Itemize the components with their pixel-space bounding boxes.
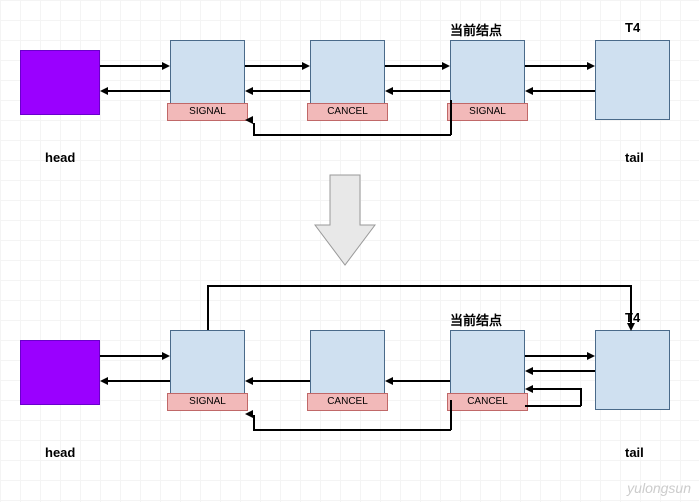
top-t4-label: T4 xyxy=(625,20,640,35)
arrow-head xyxy=(385,377,393,385)
arrow xyxy=(533,90,595,92)
arrow xyxy=(630,285,632,325)
arrow-head xyxy=(162,352,170,360)
top-head-label: head xyxy=(45,150,75,165)
arrow xyxy=(108,90,170,92)
arrow xyxy=(207,285,209,330)
arrow-head xyxy=(587,352,595,360)
bottom-head-node xyxy=(20,340,100,405)
arrow-head xyxy=(162,62,170,70)
bottom-tail-label: tail xyxy=(625,445,644,460)
arrow xyxy=(253,134,451,136)
arrow-head xyxy=(587,62,595,70)
top-current-label: 当前结点 xyxy=(450,20,502,39)
arrow xyxy=(253,90,310,92)
transition-arrow xyxy=(310,170,380,270)
arrow-head xyxy=(525,367,533,375)
arrow xyxy=(100,355,162,357)
arrow-head xyxy=(245,116,253,124)
arrow xyxy=(207,285,630,287)
arrow xyxy=(253,429,451,431)
top-node-2: CANCEL xyxy=(310,40,385,120)
arrow-head xyxy=(525,87,533,95)
top-node-1-status: SIGNAL xyxy=(167,103,248,121)
arrow xyxy=(253,380,310,382)
bottom-node-2-status: CANCEL xyxy=(307,393,388,411)
arrow xyxy=(253,123,255,135)
bottom-node-3-status: CANCEL xyxy=(447,393,528,411)
bottom-head-label: head xyxy=(45,445,75,460)
arrow xyxy=(245,65,302,67)
arrow xyxy=(108,380,170,382)
top-node-3-status: SIGNAL xyxy=(447,103,528,121)
arrow-head xyxy=(245,377,253,385)
arrow xyxy=(393,90,450,92)
top-tail-label: tail xyxy=(625,150,644,165)
top-node-3: SIGNAL xyxy=(450,40,525,120)
arrow xyxy=(525,355,587,357)
arrow-head xyxy=(245,87,253,95)
bottom-current-label: 当前结点 xyxy=(450,310,502,329)
bottom-node-4 xyxy=(595,330,670,410)
bottom-node-3: CANCEL xyxy=(450,330,525,410)
arrow xyxy=(450,400,452,430)
arrow xyxy=(580,388,582,406)
watermark: yulongsun xyxy=(627,480,691,496)
top-node-1: SIGNAL xyxy=(170,40,245,120)
arrow-head xyxy=(100,377,108,385)
arrow xyxy=(533,388,580,390)
arrow-head xyxy=(525,385,533,393)
arrow xyxy=(525,65,587,67)
arrow xyxy=(100,65,162,67)
arrow-head xyxy=(442,62,450,70)
bottom-node-1: SIGNAL xyxy=(170,330,245,410)
arrow-head xyxy=(100,87,108,95)
top-head-node xyxy=(20,50,100,115)
arrow xyxy=(253,415,255,430)
bottom-node-2: CANCEL xyxy=(310,330,385,410)
arrow-head xyxy=(627,323,635,331)
arrow xyxy=(385,65,442,67)
arrow xyxy=(393,380,450,382)
arrow xyxy=(533,370,595,372)
arrow xyxy=(525,405,581,407)
top-node-2-status: CANCEL xyxy=(307,103,388,121)
arrow-head xyxy=(385,87,393,95)
top-node-4 xyxy=(595,40,670,120)
arrow xyxy=(450,100,452,135)
arrow-head xyxy=(245,410,253,418)
bottom-node-1-status: SIGNAL xyxy=(167,393,248,411)
arrow-head xyxy=(302,62,310,70)
